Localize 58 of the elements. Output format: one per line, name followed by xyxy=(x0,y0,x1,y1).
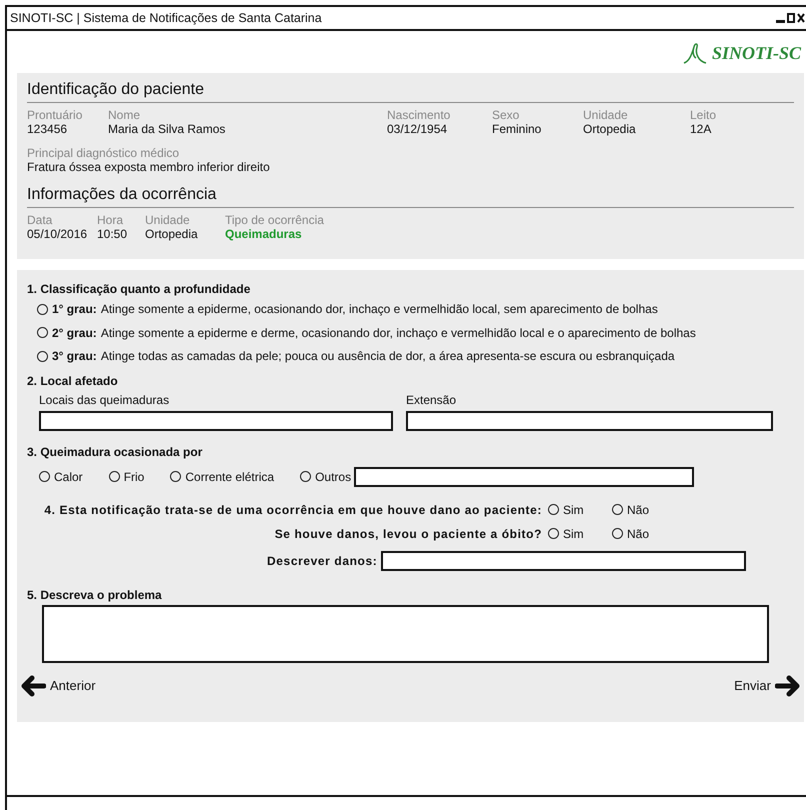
field-label: Unidade xyxy=(583,108,629,122)
field-value: Ortopedia xyxy=(145,227,199,241)
field-value: 12A xyxy=(690,122,712,136)
question-text: Se houve danos, levou o paciente a óbito? xyxy=(274,526,542,540)
question-title: 1. Classificação quanto a profundidade xyxy=(27,282,252,296)
left-arrow-icon xyxy=(20,674,46,696)
radio-option[interactable]: Outros xyxy=(300,470,352,484)
ribbon-icon xyxy=(682,41,708,65)
radio-option[interactable]: Sim xyxy=(548,502,588,516)
field-value: 123456 xyxy=(27,122,68,136)
field-label: Hora xyxy=(97,213,124,227)
field-label: Nome xyxy=(108,108,142,122)
close-icon[interactable] xyxy=(797,13,805,23)
field-label: Locais das queimaduras xyxy=(39,392,170,406)
right-arrow-icon xyxy=(775,674,801,696)
field-value: 03/12/1954 xyxy=(387,122,448,136)
question-title: 3. Queimadura ocasionada por xyxy=(27,444,204,458)
field-label: Sexo xyxy=(492,108,520,122)
radio-option[interactable]: Corrente elétrica xyxy=(170,470,274,484)
input-field[interactable] xyxy=(381,550,746,570)
field-label: Extensão xyxy=(406,392,458,406)
field-value: Feminino xyxy=(492,122,542,136)
radio-option[interactable]: Não xyxy=(612,526,652,540)
field-label: Prontuário xyxy=(27,108,84,122)
field-value: Maria da Silva Ramos xyxy=(108,122,226,136)
input-field[interactable] xyxy=(39,410,393,430)
radio-option[interactable]: 3° grau: Atinge todas as camadas da pele; pouca ou ausência de dor, a área apresenta-se escura ou esbranquiçada xyxy=(37,349,675,363)
input-field[interactable] xyxy=(354,466,694,486)
text-area[interactable] xyxy=(42,604,769,662)
question-title: 2. Local afetado xyxy=(27,374,119,388)
radio-option[interactable]: Sim xyxy=(548,526,588,540)
previous-button[interactable]: Anterior xyxy=(20,674,96,696)
question-text: 4. Esta notificação trata-se de uma ocorrência em que houve dano ao paciente: xyxy=(43,502,542,516)
field-label: Leito xyxy=(690,108,718,122)
field-label: Principal diagnóstico médico xyxy=(27,146,180,160)
field-label: Unidade xyxy=(145,213,191,227)
field-value: Queimaduras xyxy=(225,227,303,241)
field-label: Data xyxy=(27,213,54,227)
field-label: Nascimento xyxy=(387,108,452,122)
radio-option[interactable]: 2° grau: Atinge somente a epiderme e derme, ocasionando dor, inchaço e vermelhidão local e o aparecimento de bolhas xyxy=(37,326,696,340)
field-value: Fratura óssea exposta membro inferior direito xyxy=(27,160,271,174)
field-label: Tipo de ocorrência xyxy=(225,213,325,227)
window-title: SINOTI-SC | Sistema de Notificações de Santa Catarina xyxy=(10,11,322,25)
section-heading: Informações da ocorrência xyxy=(27,186,794,208)
radio-option[interactable]: Frio xyxy=(108,470,144,484)
radio-option[interactable]: Calor xyxy=(39,470,83,484)
field-value: Ortopedia xyxy=(583,122,637,136)
send-button[interactable]: Enviar xyxy=(734,674,801,696)
section-heading: Identificação do paciente xyxy=(27,81,794,103)
question-title: 5. Descreva o problema xyxy=(27,588,163,602)
field-value: 10:50 xyxy=(97,227,128,241)
radio-option[interactable]: Não xyxy=(612,502,652,516)
maximize-icon[interactable] xyxy=(787,13,795,23)
input-field[interactable] xyxy=(406,410,773,430)
field-label: Descrever danos: xyxy=(267,554,378,568)
radio-option[interactable]: 1° grau: Atinge somente a epiderme, ocasionando dor, inchaço e vermelhidão local, sem aparecimento de bolhas xyxy=(37,302,658,316)
field-value: 05/10/2016 xyxy=(27,227,88,241)
logo-text: SINOTI-SC xyxy=(712,42,801,64)
